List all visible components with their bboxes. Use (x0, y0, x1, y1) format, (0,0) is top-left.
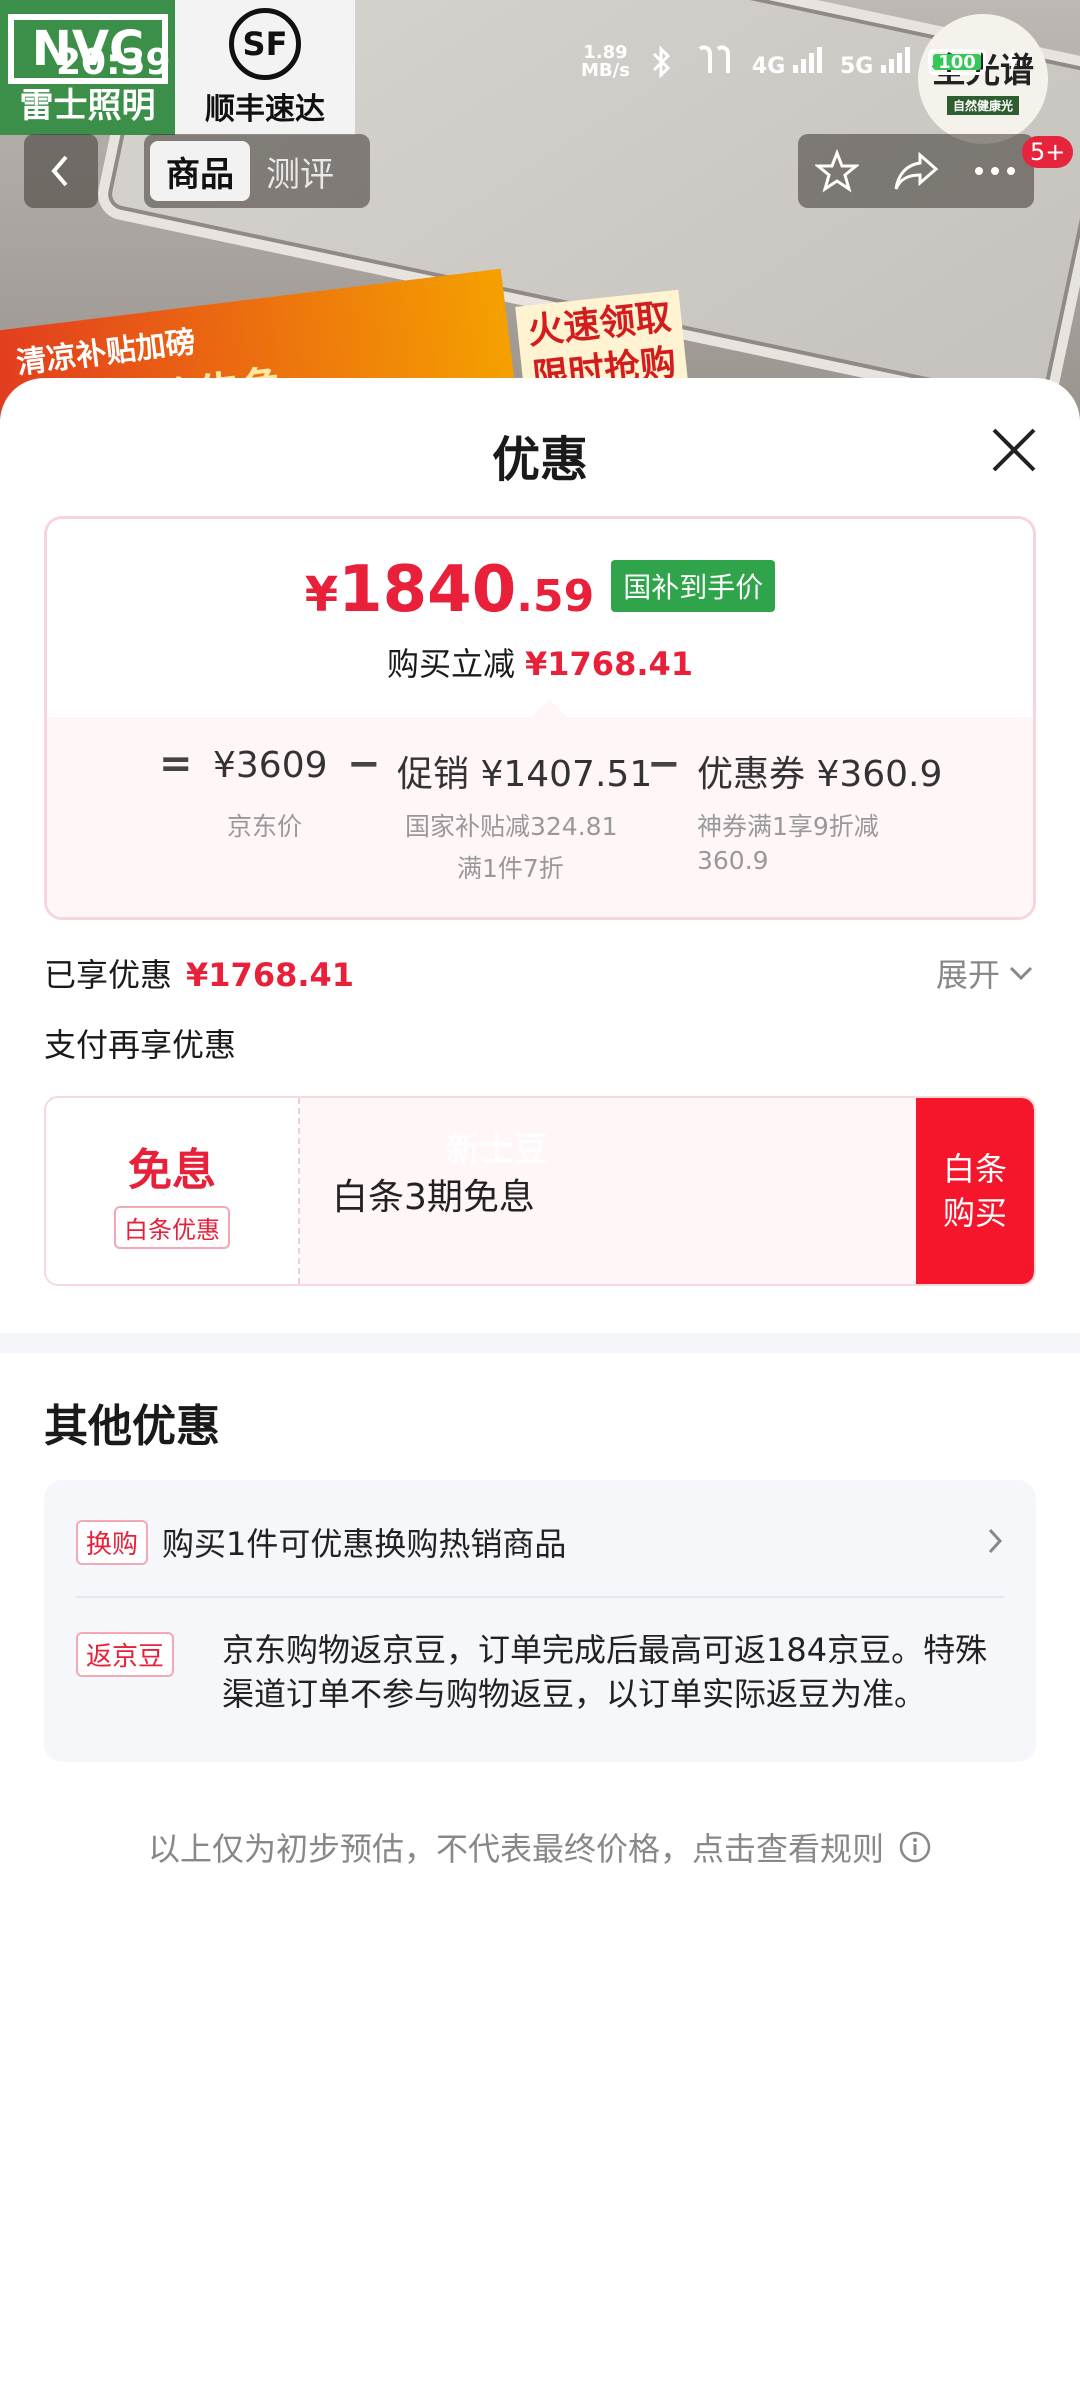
section-divider (0, 1333, 1080, 1353)
signal-5g-icon: 5G (840, 45, 910, 79)
back-button[interactable] (24, 134, 98, 208)
chevron-down-icon (1009, 966, 1033, 981)
offer-text: 京东购物返京豆，订单完成后最高可返184京豆。特殊渠道订单不参与购物返豆，以订单… (222, 1631, 988, 1713)
promo-amount: 促销 ¥1407.51 (397, 754, 653, 795)
other-offers-card: 换购 购买1件可优惠换购热销商品 返京豆 京东购物返京豆，订单完成后最高可返18… (44, 1480, 1036, 1762)
tab-product[interactable]: 商品 (150, 141, 250, 201)
bluetooth-icon (652, 45, 671, 79)
price-decimal: .59 (516, 571, 595, 622)
price-breakdown: = ¥3609 京东价 − 促销 ¥1407.51 国家补贴减324.81 满1… (47, 699, 1033, 917)
reduce-amount: ¥1768.41 (525, 645, 694, 683)
network-speed-unit: MB/s (580, 60, 630, 81)
share-icon[interactable] (892, 149, 940, 193)
promo-sub2: 满1件7折 (457, 854, 564, 883)
footnote-rules-link[interactable]: 以上仅为初步预估，不代表最终价格，点击查看规则 (0, 1824, 1080, 1870)
offer-text: 购买1件可优惠换购热销商品 (162, 1525, 567, 1563)
minus-sign-2: − (647, 741, 681, 787)
more-icon[interactable] (973, 165, 1017, 177)
close-icon[interactable] (984, 420, 1044, 480)
jd-price-label: 京东价 (227, 812, 303, 841)
info-icon (899, 1831, 931, 1863)
battery-icon: 100 (928, 49, 986, 75)
promo-sub1: 国家补贴减324.81 (405, 812, 618, 841)
coupon-sub1: 神券满1享9折减 (697, 812, 879, 841)
offer-tag: 换购 (76, 1519, 149, 1565)
product-tabs: 商品 测评 (144, 134, 370, 208)
pay-more-label: 支付再享优惠 (44, 1026, 237, 1064)
network-speed: 1.89 MB/s (581, 44, 630, 80)
sheet-title: 优惠 (491, 432, 588, 488)
jd-price: ¥3609 (213, 745, 328, 786)
enjoyed-discount: 已享优惠 ¥1768.41 (44, 950, 354, 996)
footnote-text: 以上仅为初步预估，不代表最终价格，点击查看规则 (147, 1830, 884, 1868)
offer-tag: 返京豆 (76, 1632, 175, 1677)
discount-sheet: 优惠 ¥1840.59 国补到手价 购买立减 ¥1768.41 = ¥3609 京… (0, 378, 1080, 2400)
equals-sign: = (159, 741, 193, 787)
subsidy-price-tag: 国补到手价 (611, 560, 776, 612)
notification-badge: 5+ (1022, 136, 1074, 168)
baitiao-tag: 白条优惠 (114, 1205, 230, 1249)
other-offers-title: 其他优惠 (44, 1401, 220, 1452)
price-card: ¥1840.59 国补到手价 购买立减 ¥1768.41 = ¥3609 京东价 … (44, 516, 1036, 920)
signal-4g-icon: 4G (752, 45, 822, 79)
purchase-reduction: 购买立减 ¥1768.41 (47, 639, 1033, 685)
chevron-left-icon (51, 155, 68, 187)
offer-separator (76, 1596, 1004, 1598)
status-bar: 20:39 1.89 MB/s 4G 5G 100 (0, 40, 1080, 96)
price-currency: ¥ (304, 567, 339, 623)
charging-icon (1006, 47, 1018, 77)
minus-sign-1: − (347, 741, 381, 787)
reduce-label: 购买立减 (386, 645, 515, 683)
tab-review[interactable]: 测评 (250, 141, 350, 201)
interest-free-text: 免息 (128, 1144, 216, 1196)
status-icons: 1.89 MB/s 4G 5G 100 (581, 44, 1020, 80)
expand-label: 展开 (936, 956, 1001, 994)
interest-free-badge: 免息 白条优惠 (46, 1098, 300, 1284)
star-icon[interactable] (814, 149, 859, 193)
chevron-right-icon (988, 1528, 1003, 1554)
price-integer: 1840 (338, 553, 517, 627)
enjoyed-label: 已享优惠 (44, 956, 173, 994)
enjoyed-amount: ¥1768.41 (186, 956, 355, 994)
baitiao-buy-button[interactable]: 白条 购买 (916, 1098, 1034, 1284)
watermark-text: 新士豆 (446, 1130, 548, 1170)
nav-actions (798, 134, 1034, 208)
trade-in-offer[interactable]: 换购 购买1件可优惠换购热销商品 (76, 1519, 1004, 1565)
spectrum-subtext: 自然健康光 (946, 96, 1019, 115)
status-time: 20:39 (56, 42, 171, 83)
network-type-2: 5G (839, 54, 874, 79)
earbuds-icon (698, 45, 730, 73)
coupon-sub2: 360.9 (697, 846, 769, 875)
final-price: ¥1840.59 国补到手价 (47, 553, 1033, 627)
network-type-1: 4G (751, 54, 786, 79)
battery-level: 100 (938, 51, 976, 73)
expand-button[interactable]: 展开 (936, 950, 1034, 996)
coupon-amount: 优惠券 ¥360.9 (697, 754, 943, 795)
baitiao-buy-line2: 购买 (942, 1194, 1007, 1232)
baitiao-offer-text: 白条3期免息 (332, 1177, 535, 1218)
baitiao-buy-line1: 白条 (942, 1150, 1007, 1188)
baitiao-offer-card[interactable]: 免息 白条优惠 新士豆 白条3期免息 白条 购买 (44, 1096, 1036, 1286)
